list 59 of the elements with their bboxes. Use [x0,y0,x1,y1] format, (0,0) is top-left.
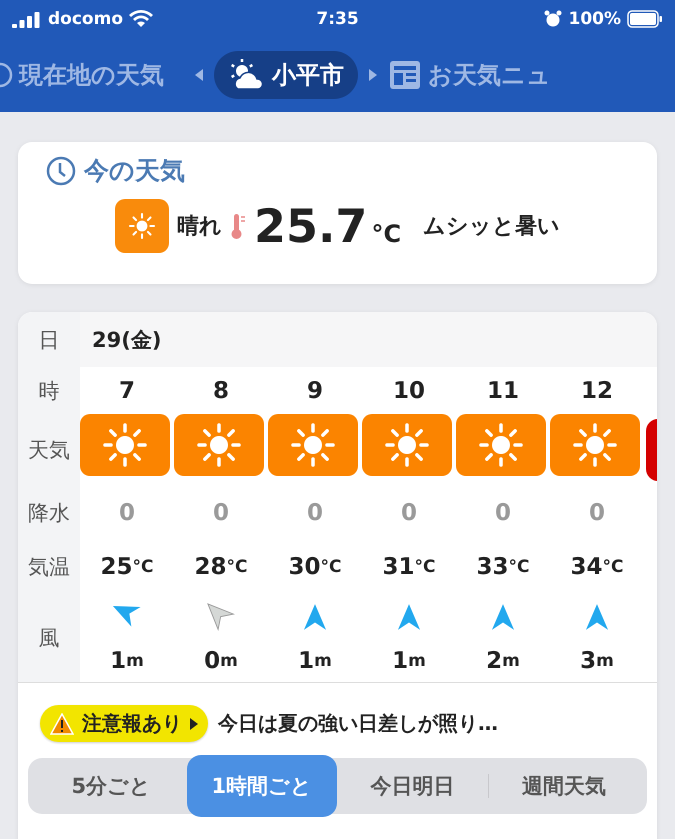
advisory-button[interactable]: 注意報あり [40,705,208,742]
precip-cell-text: 0 [588,498,606,528]
card-title: 今の天気 [84,155,185,187]
battery-icon [627,10,664,28]
row-label: 時 [18,367,80,414]
location-tab[interactable]: 現在地の天気 [0,51,164,99]
thermometer-icon [230,212,246,240]
advisory-text: 今日は夏の強い日差しが照り… [218,710,498,737]
wind-speed-cell-text: 1m [109,646,145,676]
warning-icon [50,712,74,734]
clock-time: 7:35 [316,9,359,29]
wind-speed-cell-text: 2m [485,646,521,676]
signal-icon [12,10,42,28]
newspaper-icon [388,59,422,91]
caret-icon [368,68,378,82]
comment-text: ムシッと暑い [423,213,560,241]
row-label: 天気 [18,414,80,486]
condition-text: 晴れ [176,213,222,241]
hour-cell-text: 10 [392,376,426,406]
row-label: 降水 [18,486,80,539]
precip-cell-text: 0 [306,498,324,528]
hour-cell-text: 11 [486,376,520,406]
sun-icon [114,199,169,253]
row-label: 日 [18,312,80,367]
row-label: 風 [18,594,80,682]
wind-speed-cell-text: 0m [203,646,239,676]
location-tab[interactable]: 小平市 [214,51,358,99]
date-header: 29(金) [80,312,657,367]
hour-cell-text: 9 [306,376,324,406]
caret-icon [190,718,198,730]
caret-icon [194,68,204,82]
temperature-cell-text: 34°C [570,552,624,582]
row-label: 気温 [18,539,80,594]
view-tab[interactable]: 5分ごと [36,758,186,814]
hour-cell-text: 8 [212,376,230,406]
view-tab[interactable]: 1時間ごと [186,755,337,817]
view-tab[interactable]: 今日明日 [337,758,488,814]
clock-icon [46,156,76,186]
precip-cell-text: 0 [494,498,512,528]
clock-icon [0,62,13,88]
temperature-reading: 25.7°C [254,199,402,253]
precip-cell-text: 0 [118,498,136,528]
location-tab[interactable]: お天気ニュ [388,51,551,99]
temperature-cell-text: 31°C [382,552,436,582]
temperature-cell-text: 25°C [100,552,154,582]
wind-speed-cell-text: 1m [391,646,427,676]
temperature-cell-text: 30°C [288,552,342,582]
view-tab[interactable]: 週間天気 [488,758,639,814]
temperature-cell-text: 33°C [476,552,530,582]
hour-cell-text: 12 [580,376,614,406]
hour-cell-text: 7 [118,376,136,406]
temperature-cell-text: 28°C [194,552,248,582]
carrier-name: docomo [48,9,123,29]
precip-cell-text: 0 [212,498,230,528]
precip-cell-text: 0 [400,498,418,528]
battery-percent: 100% [568,9,622,29]
wind-speed-cell-text: 1m [297,646,333,676]
wifi-icon [129,10,153,28]
wind-speed-cell-text: 3m [579,646,615,676]
